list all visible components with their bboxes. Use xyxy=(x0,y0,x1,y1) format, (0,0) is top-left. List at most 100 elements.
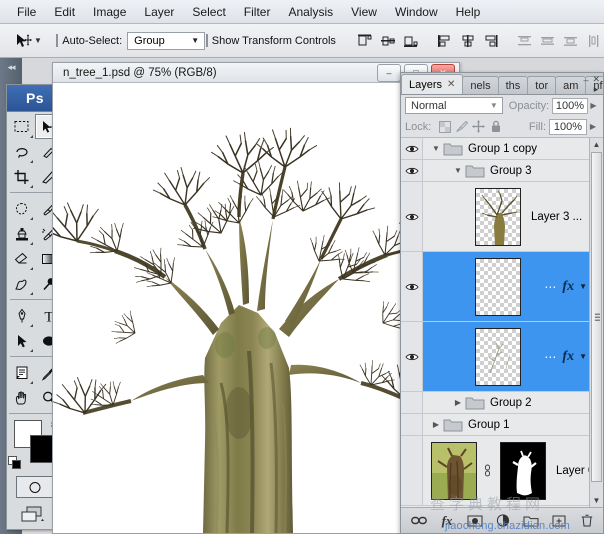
menu-window[interactable]: Window xyxy=(386,3,447,21)
visibility-toggle[interactable] xyxy=(401,138,423,159)
notes-icon[interactable] xyxy=(8,360,35,385)
lasso-icon[interactable] xyxy=(8,139,35,164)
scroll-up-icon[interactable]: ▲ xyxy=(590,138,603,151)
link-mask-icon[interactable] xyxy=(481,464,494,478)
quick-mask-icon[interactable] xyxy=(16,476,54,498)
scrollbar-thumb[interactable]: ━━━ xyxy=(591,152,602,482)
layers-vertical-scrollbar[interactable]: ▲ ━━━ ▼ xyxy=(589,138,603,507)
distribute-left-edges-icon[interactable] xyxy=(584,31,604,51)
group-twisty-icon[interactable]: ▶ xyxy=(429,420,443,429)
table-row[interactable]: Layer 3 ... xyxy=(401,182,603,252)
distribute-bottom-edges-icon[interactable] xyxy=(561,31,581,51)
smudge-icon[interactable] xyxy=(8,271,35,296)
group-twisty-icon[interactable]: ▼ xyxy=(451,166,465,175)
visibility-toggle[interactable] xyxy=(401,182,423,251)
lock-all-icon[interactable] xyxy=(487,119,504,135)
healing-brush-icon[interactable] xyxy=(8,196,35,221)
menu-select[interactable]: Select xyxy=(183,3,234,21)
align-vertical-centers-icon[interactable] xyxy=(378,31,398,51)
group-twisty-icon[interactable]: ▼ xyxy=(429,144,443,153)
menu-edit[interactable]: Edit xyxy=(45,3,84,21)
table-row[interactable]: ▼ Group 3 xyxy=(401,160,603,182)
layer-effects-icon[interactable]: fx xyxy=(562,349,574,365)
rectangular-marquee-icon[interactable] xyxy=(8,114,35,139)
distribute-top-edges-icon[interactable] xyxy=(515,31,535,51)
eye-icon xyxy=(405,166,419,176)
menu-layer[interactable]: Layer xyxy=(135,3,183,21)
visibility-toggle[interactable] xyxy=(401,160,423,181)
menu-analysis[interactable]: Analysis xyxy=(279,3,342,21)
table-row[interactable]: ▶ Group 1 xyxy=(401,414,603,436)
tab-histogram[interactable]: am xyxy=(555,76,586,94)
clone-stamp-icon[interactable] xyxy=(8,221,35,246)
table-row[interactable]: ⋯ fx ▼ xyxy=(401,322,603,392)
image-canvas[interactable] xyxy=(53,83,459,533)
auto-select-label: Auto-Select: xyxy=(62,35,122,47)
align-bottom-edges-icon[interactable] xyxy=(401,31,421,51)
blend-mode-dropdown[interactable]: Normal ▼ xyxy=(405,97,503,114)
table-row[interactable]: ▶ Group 2 xyxy=(401,392,603,414)
pen-icon[interactable] xyxy=(8,303,35,328)
chevron-down-icon[interactable]: ▼ xyxy=(579,282,587,291)
chevron-down-icon[interactable]: ▼ xyxy=(579,352,587,361)
screen-mode-icon[interactable] xyxy=(15,504,55,526)
tab-channels[interactable]: nels xyxy=(462,76,498,94)
collapse-chevrons-icon[interactable]: ◂◂ xyxy=(0,58,22,73)
crop-icon[interactable] xyxy=(8,164,35,189)
layer-name: Group 1 copy xyxy=(468,143,537,155)
menu-file[interactable]: File xyxy=(8,3,45,21)
auto-select-checkbox[interactable] xyxy=(56,34,58,47)
opacity-stepper-icon[interactable]: ▶ xyxy=(588,98,599,114)
fill-stepper-icon[interactable]: ▶ xyxy=(587,119,599,135)
document-title-bar[interactable]: n_tree_1.psd @ 75% (RGB/8) – □ ✕ xyxy=(53,63,459,83)
hand-icon[interactable] xyxy=(8,385,35,410)
watermark-url: jiaocheng.chazidian.com xyxy=(415,520,600,532)
lock-image-pixels-icon[interactable] xyxy=(453,119,470,135)
tab-layers[interactable]: Layers ✕ xyxy=(401,74,463,94)
layer-list[interactable]: ▼ Group 1 copy ▼ Group 3 xyxy=(401,138,603,507)
minimize-button[interactable]: – xyxy=(377,64,401,82)
move-tool-icon[interactable] xyxy=(14,29,34,53)
visibility-toggle[interactable] xyxy=(401,436,423,505)
tab-paths[interactable]: ths xyxy=(498,76,529,94)
tab-navigator[interactable]: tor xyxy=(527,76,556,94)
align-right-edges-icon[interactable] xyxy=(481,31,501,51)
align-top-edges-icon[interactable] xyxy=(355,31,375,51)
opacity-input[interactable]: 100% xyxy=(552,98,588,114)
table-row[interactable]: ⋯ fx ▼ xyxy=(401,252,603,322)
layer-mask-thumbnail[interactable] xyxy=(500,442,546,500)
menu-image[interactable]: Image xyxy=(84,3,135,21)
align-horizontal-centers-icon[interactable] xyxy=(458,31,478,51)
scroll-down-icon[interactable]: ▼ xyxy=(590,494,603,507)
panel-minimize-icon[interactable]: – xyxy=(583,75,588,85)
lock-transparent-pixels-icon[interactable] xyxy=(436,119,453,135)
layer-thumbnail[interactable] xyxy=(475,188,521,246)
menu-bar: File Edit Image Layer Select Filter Anal… xyxy=(0,0,604,24)
menu-filter[interactable]: Filter xyxy=(235,3,280,21)
lock-position-icon[interactable] xyxy=(470,119,487,135)
path-selection-arrow-icon[interactable] xyxy=(8,328,35,353)
group-twisty-icon[interactable]: ▶ xyxy=(451,398,465,407)
menu-view[interactable]: View xyxy=(342,3,386,21)
panel-menu-icon[interactable]: ▸≡ xyxy=(594,85,599,95)
close-icon[interactable]: ✕ xyxy=(447,79,455,90)
layer-thumbnail[interactable] xyxy=(475,258,521,316)
tool-preset-caret-icon[interactable]: ▼ xyxy=(34,29,42,53)
panel-tab-row: Layers ✕ nels ths tor am nfo – ✕ ▸≡ xyxy=(401,73,603,95)
show-transform-checkbox[interactable] xyxy=(206,34,208,47)
align-left-edges-icon[interactable] xyxy=(435,31,455,51)
visibility-toggle[interactable] xyxy=(401,322,423,391)
default-colors-icon[interactable] xyxy=(8,456,20,468)
visibility-toggle[interactable] xyxy=(401,392,423,413)
menu-help[interactable]: Help xyxy=(447,3,490,21)
eraser-icon[interactable] xyxy=(8,246,35,271)
table-row[interactable]: ▼ Group 1 copy xyxy=(401,138,603,160)
layer-thumbnail[interactable] xyxy=(431,442,477,500)
layer-effects-icon[interactable]: fx xyxy=(562,279,574,295)
layer-thumbnail[interactable] xyxy=(475,328,521,386)
visibility-toggle[interactable] xyxy=(401,414,423,435)
fill-input[interactable]: 100% xyxy=(549,119,587,135)
distribute-vertical-centers-icon[interactable] xyxy=(538,31,558,51)
auto-select-dropdown[interactable]: Group ▼ xyxy=(127,32,205,50)
visibility-toggle[interactable] xyxy=(401,252,423,321)
